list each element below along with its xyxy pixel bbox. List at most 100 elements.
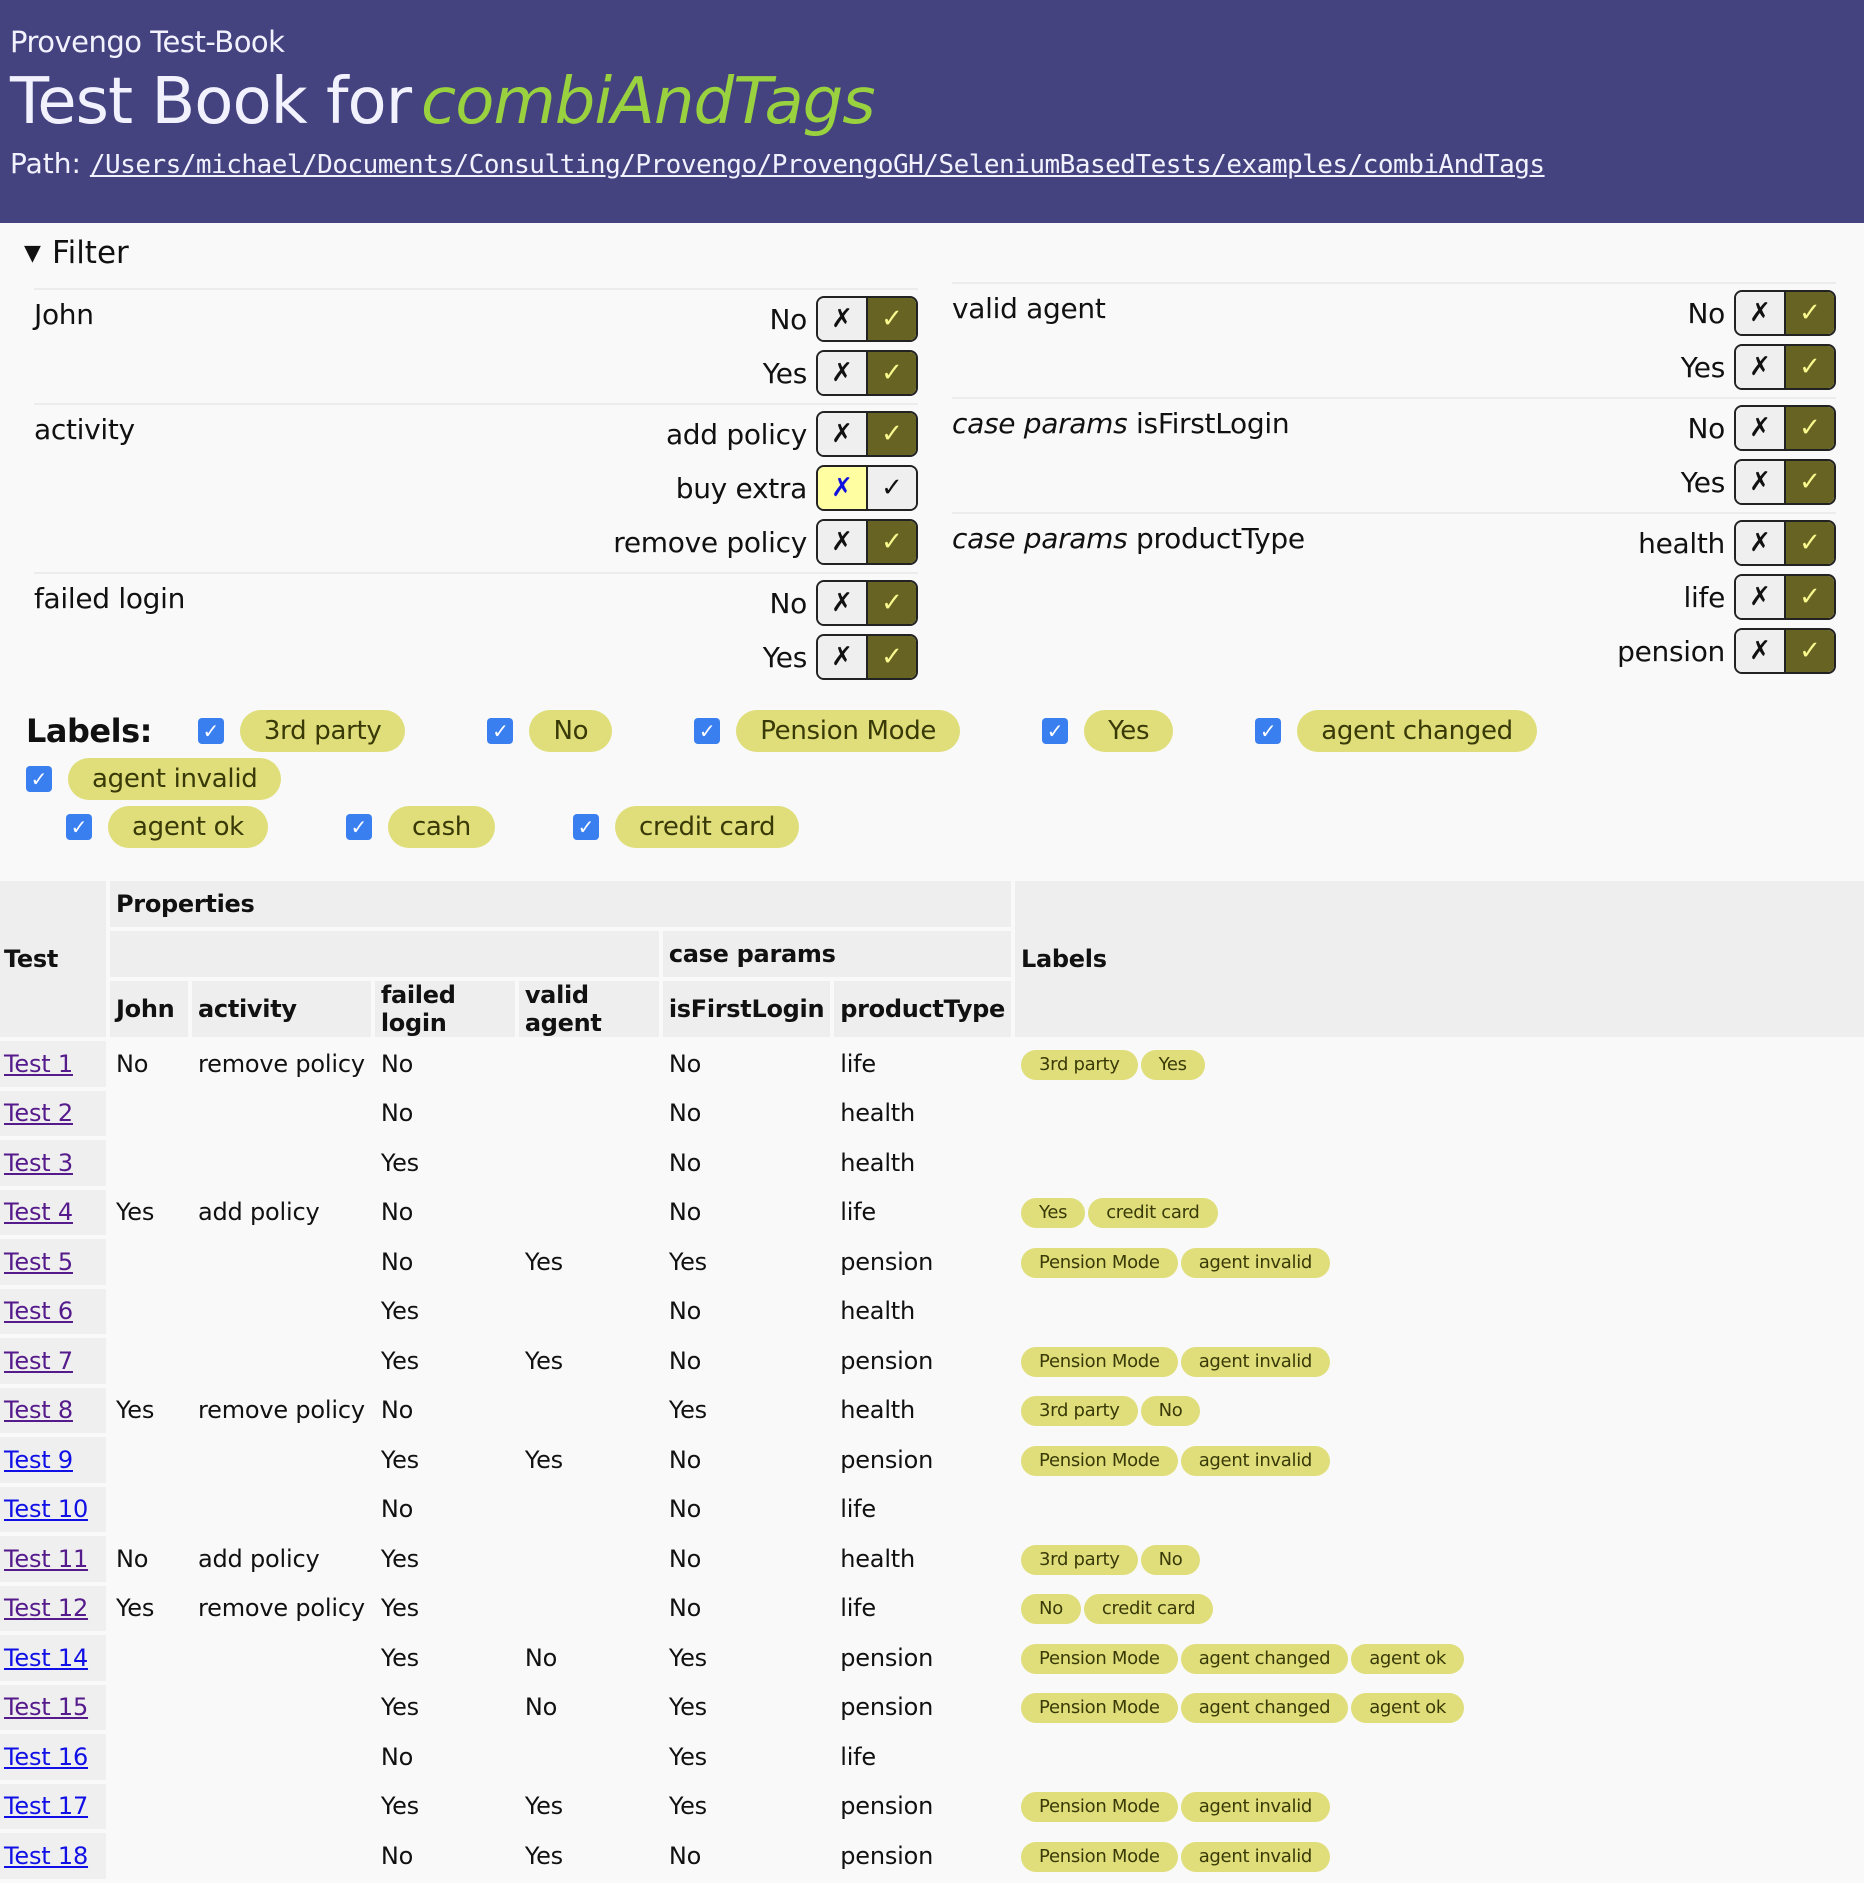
label-checkbox[interactable]: ✓ bbox=[66, 814, 92, 840]
include-check-icon[interactable]: ✓ bbox=[1786, 630, 1834, 672]
path-link[interactable]: /Users/michael/Documents/Consulting/Prov… bbox=[90, 150, 1545, 180]
include-check-icon[interactable]: ✓ bbox=[1786, 576, 1834, 618]
include-check-icon[interactable]: ✓ bbox=[868, 413, 916, 455]
cell-failed-login: No bbox=[380, 1198, 414, 1227]
filter-group: case params isFirstLogin No ✗ ✓ Yes ✗ ✓ bbox=[952, 397, 1836, 512]
filter-group-name: failed login bbox=[34, 582, 186, 615]
exclude-x-icon[interactable]: ✗ bbox=[818, 352, 868, 394]
cell-john bbox=[110, 1784, 188, 1830]
include-check-icon[interactable]: ✓ bbox=[1786, 407, 1834, 449]
filter-group: John No ✗ ✓ Yes ✗ ✓ bbox=[34, 288, 918, 403]
filter-toggle[interactable]: ▼ Filter bbox=[24, 229, 1864, 278]
label-checkbox[interactable]: ✓ bbox=[573, 814, 599, 840]
include-check-icon[interactable]: ✓ bbox=[868, 352, 916, 394]
label-checkbox[interactable]: ✓ bbox=[694, 718, 721, 744]
cell-is-first-login: No bbox=[668, 1841, 702, 1870]
label-filter-item: ✓ Pension Mode bbox=[694, 707, 961, 755]
test-link[interactable]: Test 5 bbox=[4, 1248, 73, 1276]
label-chip: agent invalid bbox=[1180, 1247, 1331, 1278]
filter-group-title: activity bbox=[34, 407, 135, 569]
include-exclude-toggle[interactable]: ✗ ✓ bbox=[1734, 405, 1836, 451]
project-name: combiAndTags bbox=[421, 65, 876, 139]
test-link[interactable]: Test 8 bbox=[4, 1396, 73, 1424]
label-chip: 3rd party bbox=[1021, 1396, 1138, 1427]
include-exclude-toggle[interactable]: ✗ ✓ bbox=[816, 519, 918, 565]
exclude-x-icon[interactable]: ✗ bbox=[818, 467, 868, 509]
exclude-x-icon[interactable]: ✗ bbox=[818, 413, 868, 455]
exclude-x-icon[interactable]: ✗ bbox=[818, 298, 868, 340]
test-link[interactable]: Test 2 bbox=[4, 1099, 73, 1127]
test-link[interactable]: Test 17 bbox=[4, 1792, 88, 1820]
include-check-icon[interactable]: ✓ bbox=[868, 521, 916, 563]
include-check-icon[interactable]: ✓ bbox=[868, 298, 916, 340]
exclude-x-icon[interactable]: ✗ bbox=[1736, 292, 1786, 334]
exclude-x-icon[interactable]: ✗ bbox=[818, 521, 868, 563]
test-link[interactable]: Test 3 bbox=[4, 1149, 73, 1177]
filter-group-prefix: case params bbox=[952, 522, 1128, 555]
exclude-x-icon[interactable]: ✗ bbox=[1736, 461, 1786, 503]
include-exclude-toggle[interactable]: ✗ ✓ bbox=[1734, 459, 1836, 505]
label-checkbox[interactable]: ✓ bbox=[26, 766, 52, 792]
exclude-x-icon[interactable]: ✗ bbox=[1736, 576, 1786, 618]
test-link[interactable]: Test 10 bbox=[4, 1495, 88, 1523]
include-check-icon[interactable]: ✓ bbox=[868, 467, 916, 509]
table-row: Test 12 Yes remove policy Yes No life No credit… bbox=[0, 1585, 1864, 1632]
label-checkbox[interactable]: ✓ bbox=[487, 718, 514, 744]
include-exclude-toggle[interactable]: ✗ ✓ bbox=[1734, 574, 1836, 620]
include-exclude-toggle[interactable]: ✗ ✓ bbox=[816, 465, 918, 511]
cell-activity bbox=[192, 1338, 371, 1384]
filter-group: failed login No ✗ ✓ Yes ✗ ✓ bbox=[34, 572, 918, 687]
include-check-icon[interactable]: ✓ bbox=[1786, 522, 1834, 564]
filter-group-name: valid agent bbox=[952, 292, 1106, 325]
include-exclude-toggle[interactable]: ✗ ✓ bbox=[1734, 344, 1836, 390]
test-link[interactable]: Test 7 bbox=[4, 1347, 73, 1375]
label-checkbox[interactable]: ✓ bbox=[1042, 718, 1069, 744]
cell-valid-agent: No bbox=[524, 1643, 558, 1672]
label-checkbox[interactable]: ✓ bbox=[197, 718, 224, 744]
test-link[interactable]: Test 4 bbox=[4, 1198, 73, 1226]
test-link[interactable]: Test 12 bbox=[4, 1594, 88, 1622]
cell-activity: remove policy bbox=[198, 1049, 365, 1078]
exclude-x-icon[interactable]: ✗ bbox=[1736, 630, 1786, 672]
label-checkbox[interactable]: ✓ bbox=[345, 814, 372, 840]
include-exclude-toggle[interactable]: ✗ ✓ bbox=[816, 580, 918, 626]
include-check-icon[interactable]: ✓ bbox=[1786, 461, 1834, 503]
labels-cell: No credit card bbox=[1015, 1586, 1864, 1632]
header-activity: activity bbox=[192, 981, 371, 1037]
test-link[interactable]: Test 9 bbox=[4, 1446, 73, 1474]
exclude-x-icon[interactable]: ✗ bbox=[1736, 407, 1786, 449]
test-link[interactable]: Test 16 bbox=[4, 1743, 88, 1771]
label-chip: cash bbox=[387, 806, 495, 848]
include-exclude-toggle[interactable]: ✗ ✓ bbox=[816, 634, 918, 680]
exclude-x-icon[interactable]: ✗ bbox=[1736, 346, 1786, 388]
labels-title: Labels: bbox=[26, 712, 152, 750]
include-check-icon[interactable]: ✓ bbox=[1786, 292, 1834, 334]
exclude-x-icon[interactable]: ✗ bbox=[818, 636, 868, 678]
test-link[interactable]: Test 15 bbox=[4, 1693, 88, 1721]
cell-is-first-login: No bbox=[668, 1445, 702, 1474]
test-link[interactable]: Test 11 bbox=[4, 1545, 88, 1573]
include-exclude-toggle[interactable]: ✗ ✓ bbox=[1734, 520, 1836, 566]
test-link[interactable]: Test 6 bbox=[4, 1297, 73, 1325]
include-check-icon[interactable]: ✓ bbox=[1786, 346, 1834, 388]
labels-cell bbox=[1015, 1091, 1864, 1137]
cell-john: Yes bbox=[116, 1594, 155, 1623]
label-chip: No bbox=[1140, 1544, 1201, 1575]
label-checkbox[interactable]: ✓ bbox=[1255, 718, 1282, 744]
include-check-icon[interactable]: ✓ bbox=[868, 582, 916, 624]
include-exclude-toggle[interactable]: ✗ ✓ bbox=[816, 411, 918, 457]
cell-john: No bbox=[116, 1049, 149, 1078]
include-exclude-toggle[interactable]: ✗ ✓ bbox=[816, 296, 918, 342]
include-exclude-toggle[interactable]: ✗ ✓ bbox=[1734, 290, 1836, 336]
include-exclude-toggle[interactable]: ✗ ✓ bbox=[1734, 628, 1836, 674]
test-link[interactable]: Test 1 bbox=[4, 1050, 73, 1078]
test-link[interactable]: Test 18 bbox=[4, 1842, 88, 1870]
exclude-x-icon[interactable]: ✗ bbox=[818, 582, 868, 624]
cell-failed-login: No bbox=[380, 1841, 414, 1870]
test-cell: Test 17 bbox=[0, 1783, 106, 1829]
exclude-x-icon[interactable]: ✗ bbox=[1736, 522, 1786, 564]
include-check-icon[interactable]: ✓ bbox=[868, 636, 916, 678]
include-exclude-toggle[interactable]: ✗ ✓ bbox=[816, 350, 918, 396]
test-link[interactable]: Test 14 bbox=[4, 1644, 88, 1672]
label-chip: 3rd party bbox=[1021, 1049, 1138, 1080]
